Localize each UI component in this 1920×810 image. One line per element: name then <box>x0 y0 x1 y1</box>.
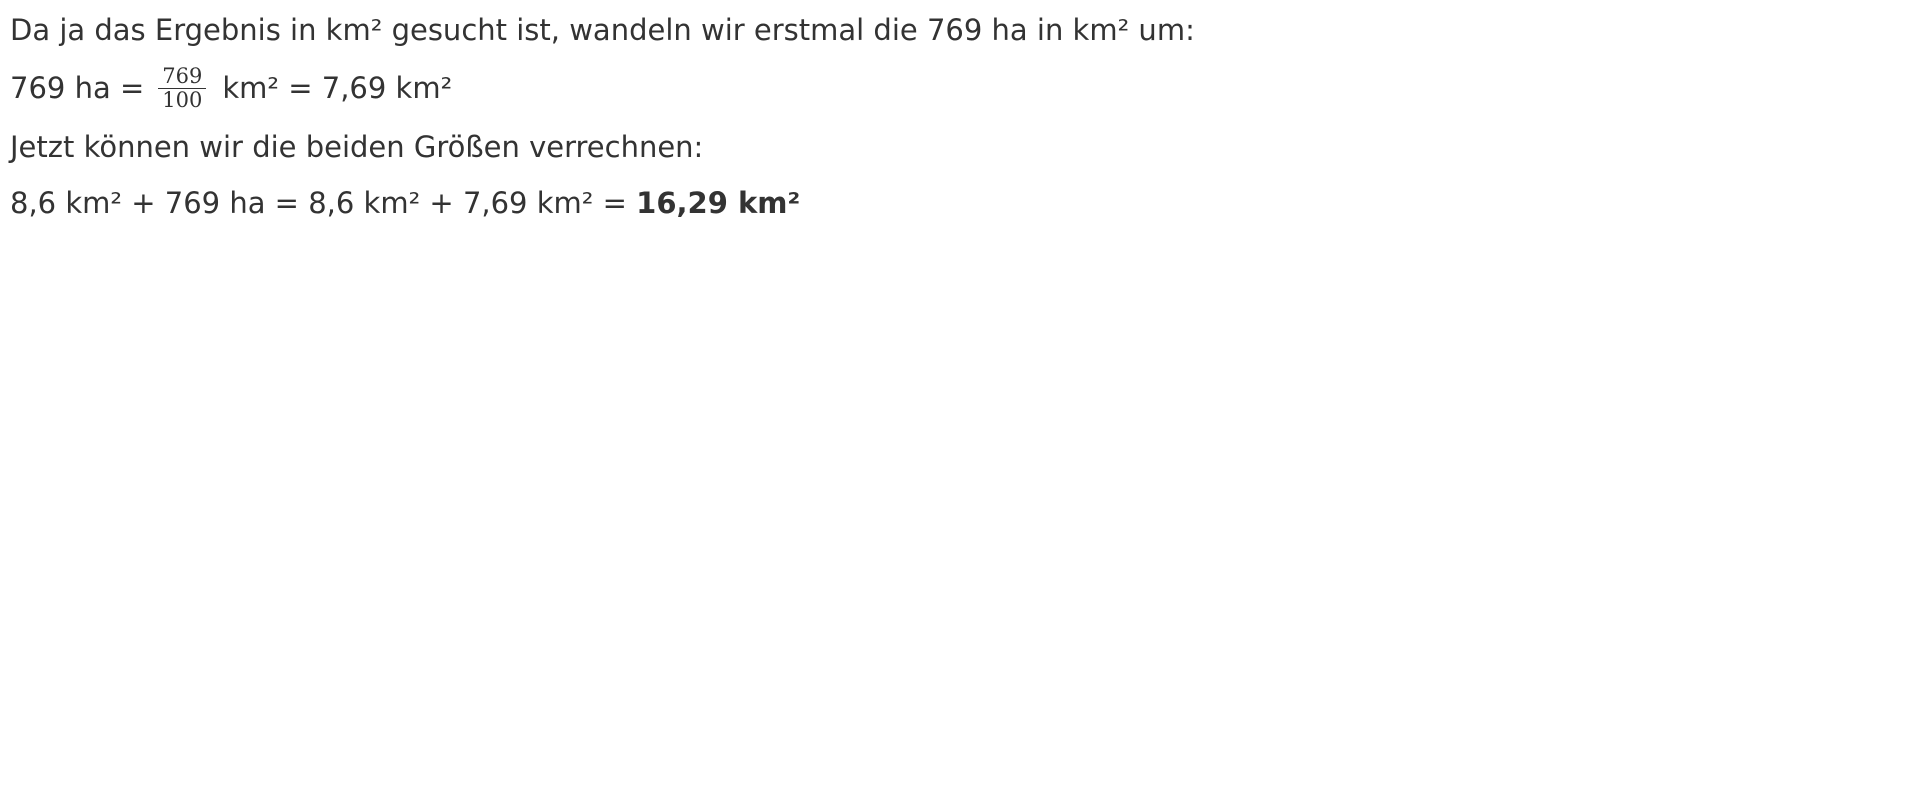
transition-line: Jetzt können wir die beiden Größen verre… <box>10 130 704 164</box>
conversion-equation: 769 ha = 769 100 km² = 7,69 km² <box>10 60 452 116</box>
conversion-right: km² = 7,69 km² <box>222 71 453 105</box>
conversion-left: 769 ha = <box>10 71 145 105</box>
fraction: 769 100 <box>158 64 207 112</box>
fraction-numerator: 769 <box>158 64 207 89</box>
final-equation: 8,6 km² + 769 ha = 8,6 km² + 7,69 km² = … <box>10 183 800 223</box>
final-result: 16,29 km² <box>636 186 801 220</box>
fraction-denominator: 100 <box>162 87 203 112</box>
final-equation-text: 8,6 km² + 769 ha = 8,6 km² + 7,69 km² = <box>10 186 637 220</box>
explanation-line: Da ja das Ergebnis in km² gesucht ist, w… <box>10 13 1195 47</box>
